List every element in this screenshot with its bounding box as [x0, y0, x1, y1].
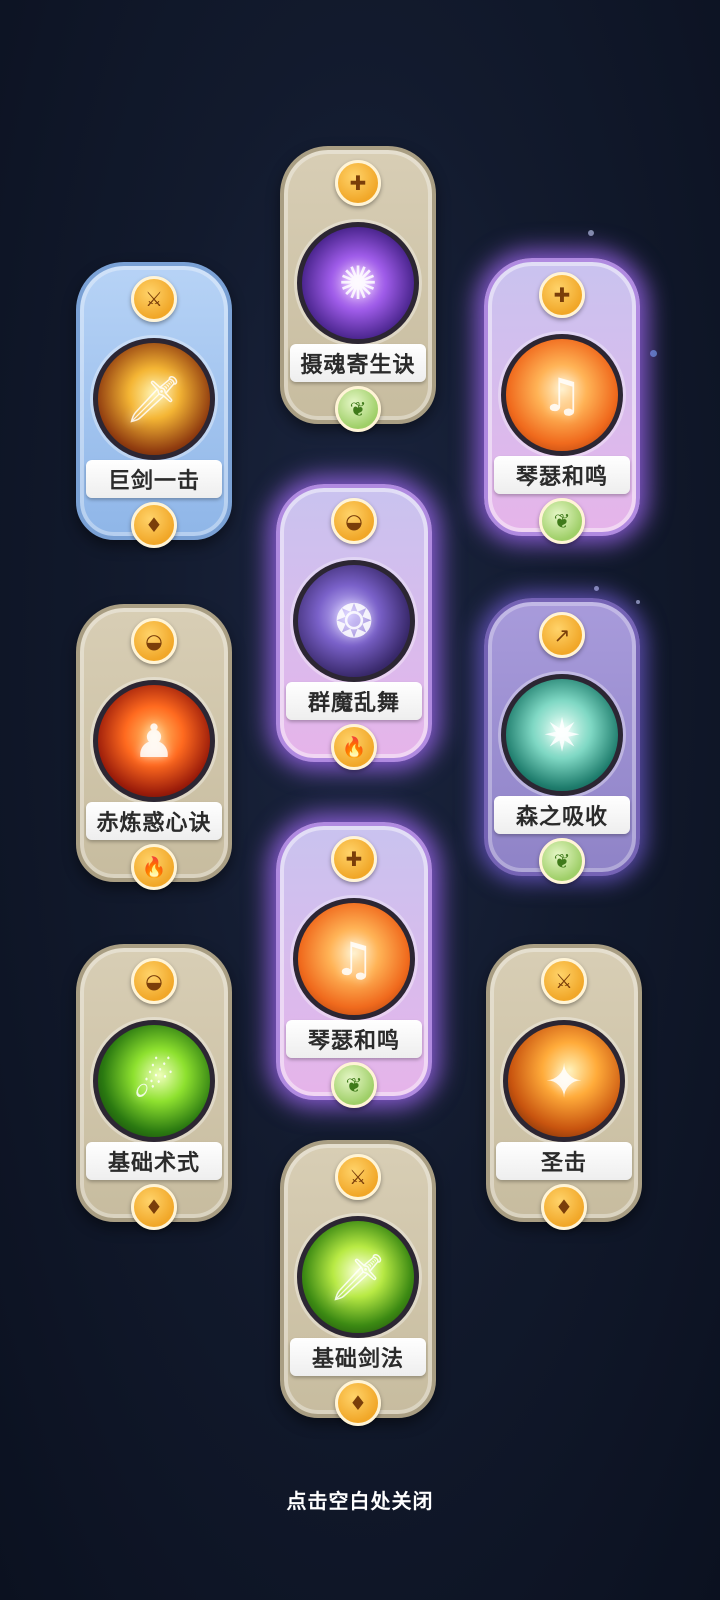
skill-card[interactable]: ↗ ✷ 森之吸收 ❦ — [484, 598, 640, 884]
skill-name: 琴瑟和鸣 — [286, 1020, 422, 1058]
flame-crest-icon: ♦ — [131, 502, 177, 548]
skill-art: ✷ — [501, 674, 623, 796]
heart-plus-icon: ✚ — [331, 836, 377, 882]
slash-icon: ✦ — [544, 1054, 584, 1108]
skill-card[interactable]: ◒ ♟ 赤炼惑心诀 🔥 — [76, 604, 232, 890]
skill-card[interactable]: ⚔ 🗡 基础剑法 ♦ — [280, 1140, 436, 1426]
skill-card[interactable]: ◒ ☄ 基础术式 ♦ — [76, 944, 232, 1230]
leaf-icon: ❦ — [335, 386, 381, 432]
background-star — [594, 586, 599, 591]
leaf-icon: ❦ — [539, 838, 585, 884]
sword-icon: 🗡 — [328, 1249, 388, 1304]
skill-card[interactable]: ◒ ❂ 群魔乱舞 🔥 — [276, 484, 432, 770]
skill-name: 圣击 — [496, 1142, 632, 1180]
skill-board[interactable]: ⚔ 🗡 巨剑一击 ♦ ✚ ✺ 摄魂寄生诀 ❦ ✚ ♫ 琴瑟和鸣 ❦ ◒ ❂ 群魔… — [0, 0, 720, 1600]
mortar-icon: ◒ — [131, 958, 177, 1004]
mortar-icon: ◒ — [131, 618, 177, 664]
skill-name: 琴瑟和鸣 — [494, 456, 630, 494]
background-star — [588, 230, 594, 236]
flame-crest-icon: ♦ — [335, 1380, 381, 1426]
leaf-icon: ❦ — [331, 1062, 377, 1108]
skill-art: ☄ — [93, 1020, 215, 1142]
background-star — [636, 600, 640, 604]
skill-card[interactable]: ⚔ 🗡 巨剑一击 ♦ — [76, 262, 232, 548]
sword-icon: 🗡 — [124, 371, 184, 426]
skill-name: 巨剑一击 — [86, 460, 222, 498]
skill-art: 🗡 — [297, 1216, 419, 1338]
background-star — [650, 350, 657, 357]
skill-card[interactable]: ✚ ♫ 琴瑟和鸣 ❦ — [276, 822, 432, 1108]
close-hint[interactable]: 点击空白处关闭 — [0, 1485, 720, 1514]
spirit-icon: ✺ — [338, 256, 378, 310]
skill-name: 基础剑法 — [290, 1338, 426, 1376]
heart-plus-icon: ✚ — [335, 160, 381, 206]
skill-art: ♟ — [93, 680, 215, 802]
skill-name: 群魔乱舞 — [286, 682, 422, 720]
mortar-icon: ◒ — [331, 498, 377, 544]
sword-icon: ⚔ — [131, 276, 177, 322]
fire-icon: 🔥 — [131, 844, 177, 890]
sword-icon: ⚔ — [335, 1154, 381, 1200]
skill-art: 🗡 — [93, 338, 215, 460]
sword-icon: ⚔ — [541, 958, 587, 1004]
leaf-icon: ❦ — [539, 498, 585, 544]
comet-icon: ☄ — [133, 1054, 175, 1108]
flame-crest-icon: ♦ — [131, 1184, 177, 1230]
skill-art: ✦ — [503, 1020, 625, 1142]
skill-name: 赤炼惑心诀 — [86, 802, 222, 840]
skill-card[interactable]: ⚔ ✦ 圣击 ♦ — [486, 944, 642, 1230]
fire-icon: 🔥 — [331, 724, 377, 770]
music-note-icon: ♫ — [333, 932, 375, 986]
heart-plus-icon: ✚ — [539, 272, 585, 318]
music-note-icon: ♫ — [541, 368, 583, 422]
skill-card[interactable]: ✚ ♫ 琴瑟和鸣 ❦ — [484, 258, 640, 544]
swirl-icon: ❂ — [334, 594, 374, 648]
skill-art: ♫ — [293, 898, 415, 1020]
flame-crest-icon: ♦ — [541, 1184, 587, 1230]
skill-art: ♫ — [501, 334, 623, 456]
spear-icon: ↗ — [539, 612, 585, 658]
skill-name: 基础术式 — [86, 1142, 222, 1180]
figure-icon: ♟ — [133, 714, 175, 768]
skill-card[interactable]: ✚ ✺ 摄魂寄生诀 ❦ — [280, 146, 436, 432]
skill-art: ❂ — [293, 560, 415, 682]
skill-name: 摄魂寄生诀 — [290, 344, 426, 382]
skill-name: 森之吸收 — [494, 796, 630, 834]
skill-art: ✺ — [297, 222, 419, 344]
wind-icon: ✷ — [542, 708, 582, 762]
